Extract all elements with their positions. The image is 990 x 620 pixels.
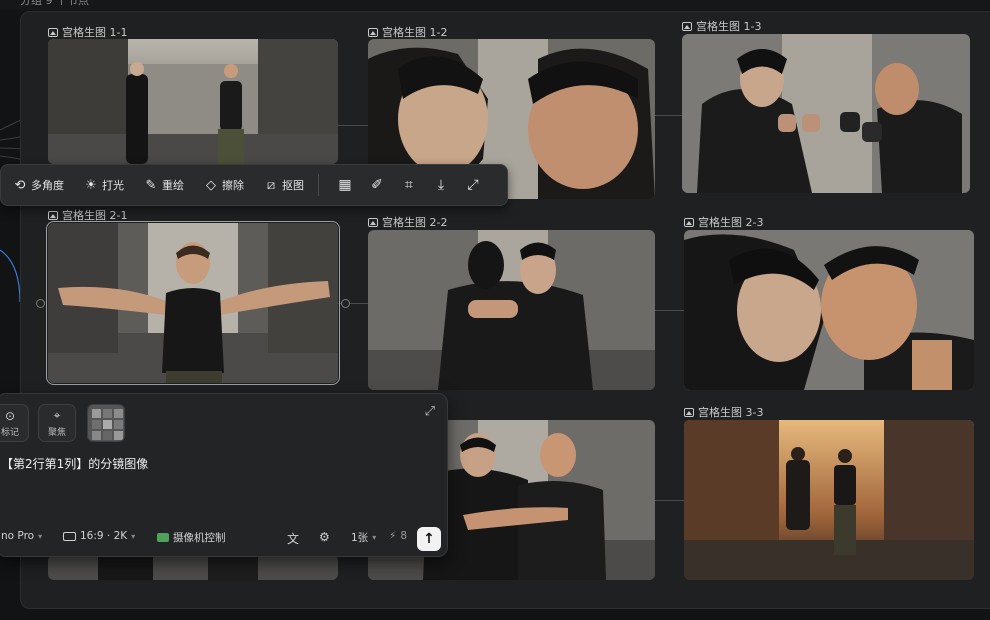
reference-thumbnail[interactable] — [87, 404, 125, 442]
arrow-up-icon: ↑ — [423, 531, 435, 547]
image-icon — [684, 217, 694, 227]
image-icon — [48, 27, 58, 37]
download-button[interactable]: ⤓ — [425, 177, 457, 193]
connector — [655, 310, 685, 311]
eraser-button[interactable]: ◇ 擦除 — [204, 177, 244, 193]
image-icon — [682, 21, 692, 31]
storyboard-image-1-1[interactable] — [48, 39, 338, 164]
cell-label: 宫格生图 2-1 — [48, 207, 127, 223]
cell-label: 宫格生图 1-2 — [368, 24, 447, 40]
chevron-down-icon: ▾ — [131, 531, 136, 541]
canvas[interactable]: 分组 9 个节点 宫格生图 1-1 宫格生图 1-2 宫格生图 1-3 宫格生图… — [0, 0, 990, 620]
translate-icon: 文 — [287, 532, 300, 546]
model-select[interactable]: no Pro ▾ — [1, 530, 42, 542]
connector — [655, 500, 685, 501]
storyboard-image-2-1[interactable] — [46, 221, 340, 385]
multi-angle-button[interactable]: ⟲ 多角度 — [13, 177, 64, 193]
cell-label: 宫格生图 2-3 — [684, 214, 763, 230]
translate-button[interactable]: 文 — [287, 530, 299, 547]
camera-icon — [157, 533, 169, 542]
focus-chip[interactable]: ⌖ 聚焦 — [38, 404, 76, 442]
settings-button[interactable]: ⚙ — [319, 530, 330, 544]
download-icon: ⤓ — [437, 177, 445, 193]
brush-icon: ✐ — [371, 177, 383, 193]
fullscreen-button[interactable]: ⤢ — [457, 177, 489, 193]
eraser-icon: ◇ — [206, 177, 216, 193]
connector — [338, 125, 368, 126]
storyboard-image-2-2[interactable] — [368, 230, 655, 390]
image-icon — [368, 27, 378, 37]
camera-control-button[interactable]: 摄像机控制 — [157, 530, 226, 545]
sliders-icon: ⚙ — [319, 530, 330, 544]
storyboard-image-3-1[interactable] — [48, 555, 338, 580]
fullscreen-icon: ⤢ — [467, 177, 479, 193]
prompt-options-bar: no Pro ▾ 16:9 · 2K ▾ 摄像机控制 文 ⚙ 1张 ▾ ⚡ 8 ↑ — [0, 527, 449, 551]
cell-label: 宫格生图 2-2 — [368, 214, 447, 230]
storyboard-image-1-3[interactable] — [682, 34, 970, 193]
multi-angle-icon: ⟲ — [14, 177, 26, 193]
count-select[interactable]: 1张 ▾ — [351, 530, 376, 545]
grid-icon: ▦ — [338, 177, 352, 193]
connector — [655, 115, 683, 116]
output-port[interactable] — [341, 299, 350, 308]
toolbar-divider — [318, 174, 319, 196]
redraw-button[interactable]: ✎ 重绘 — [144, 177, 184, 193]
bolt-icon: ⚡ — [389, 530, 397, 542]
ratio-select[interactable]: 16:9 · 2K ▾ — [63, 530, 135, 542]
image-edit-toolbar: ⟲ 多角度 ☀ 打光 ✎ 重绘 ◇ 擦除 ⧄ 抠图 ▦ ✐ ⌗ ⤓ ⤢ — [0, 164, 508, 206]
image-icon — [684, 407, 694, 417]
prompt-text[interactable]: 【第2行第1列】的分镜图像 — [1, 455, 148, 472]
group-title: 分组 9 个节点 — [20, 0, 89, 7]
chevron-down-icon: ▾ — [372, 533, 377, 542]
aspect-ratio-icon — [63, 531, 76, 541]
cell-label: 宫格生图 3-3 — [684, 404, 763, 420]
cutout-button[interactable]: ⧄ 抠图 — [264, 177, 304, 193]
storyboard-image-2-3[interactable] — [684, 230, 974, 390]
prompt-panel: ⊙ 标记 ⌖ 聚焦 ⤢ 【第2行第1列】的分镜图像 no Pro ▾ 16:9 · 2… — [0, 393, 448, 557]
crop-button[interactable]: ⌗ — [393, 177, 425, 193]
mark-chip[interactable]: ⊙ 标记 — [0, 404, 29, 442]
crop-icon: ⌗ — [405, 177, 413, 193]
cell-label: 宫格生图 1-1 — [48, 24, 127, 40]
send-button[interactable]: ↑ — [417, 527, 441, 551]
storyboard-image-3-3[interactable] — [684, 420, 974, 580]
cell-label: 宫格生图 1-3 — [682, 18, 761, 34]
lighting-button[interactable]: ☀ 打光 — [84, 177, 124, 193]
cutout-icon: ⧄ — [266, 177, 276, 193]
input-port[interactable] — [36, 299, 45, 308]
image-icon — [368, 217, 378, 227]
chevron-down-icon: ▾ — [38, 531, 43, 541]
credits: ⚡ 8 — [389, 530, 408, 542]
lighting-icon: ☀ — [85, 177, 97, 193]
image-icon — [48, 210, 58, 220]
mark-pin-icon: ⊙ — [4, 408, 16, 423]
redraw-icon: ✎ — [145, 177, 157, 193]
expand-icon[interactable]: ⤢ — [425, 404, 435, 419]
top-strip — [0, 0, 990, 10]
brush-button[interactable]: ✐ — [361, 177, 393, 193]
focus-icon: ⌖ — [53, 408, 61, 422]
grid-button[interactable]: ▦ — [329, 177, 361, 193]
